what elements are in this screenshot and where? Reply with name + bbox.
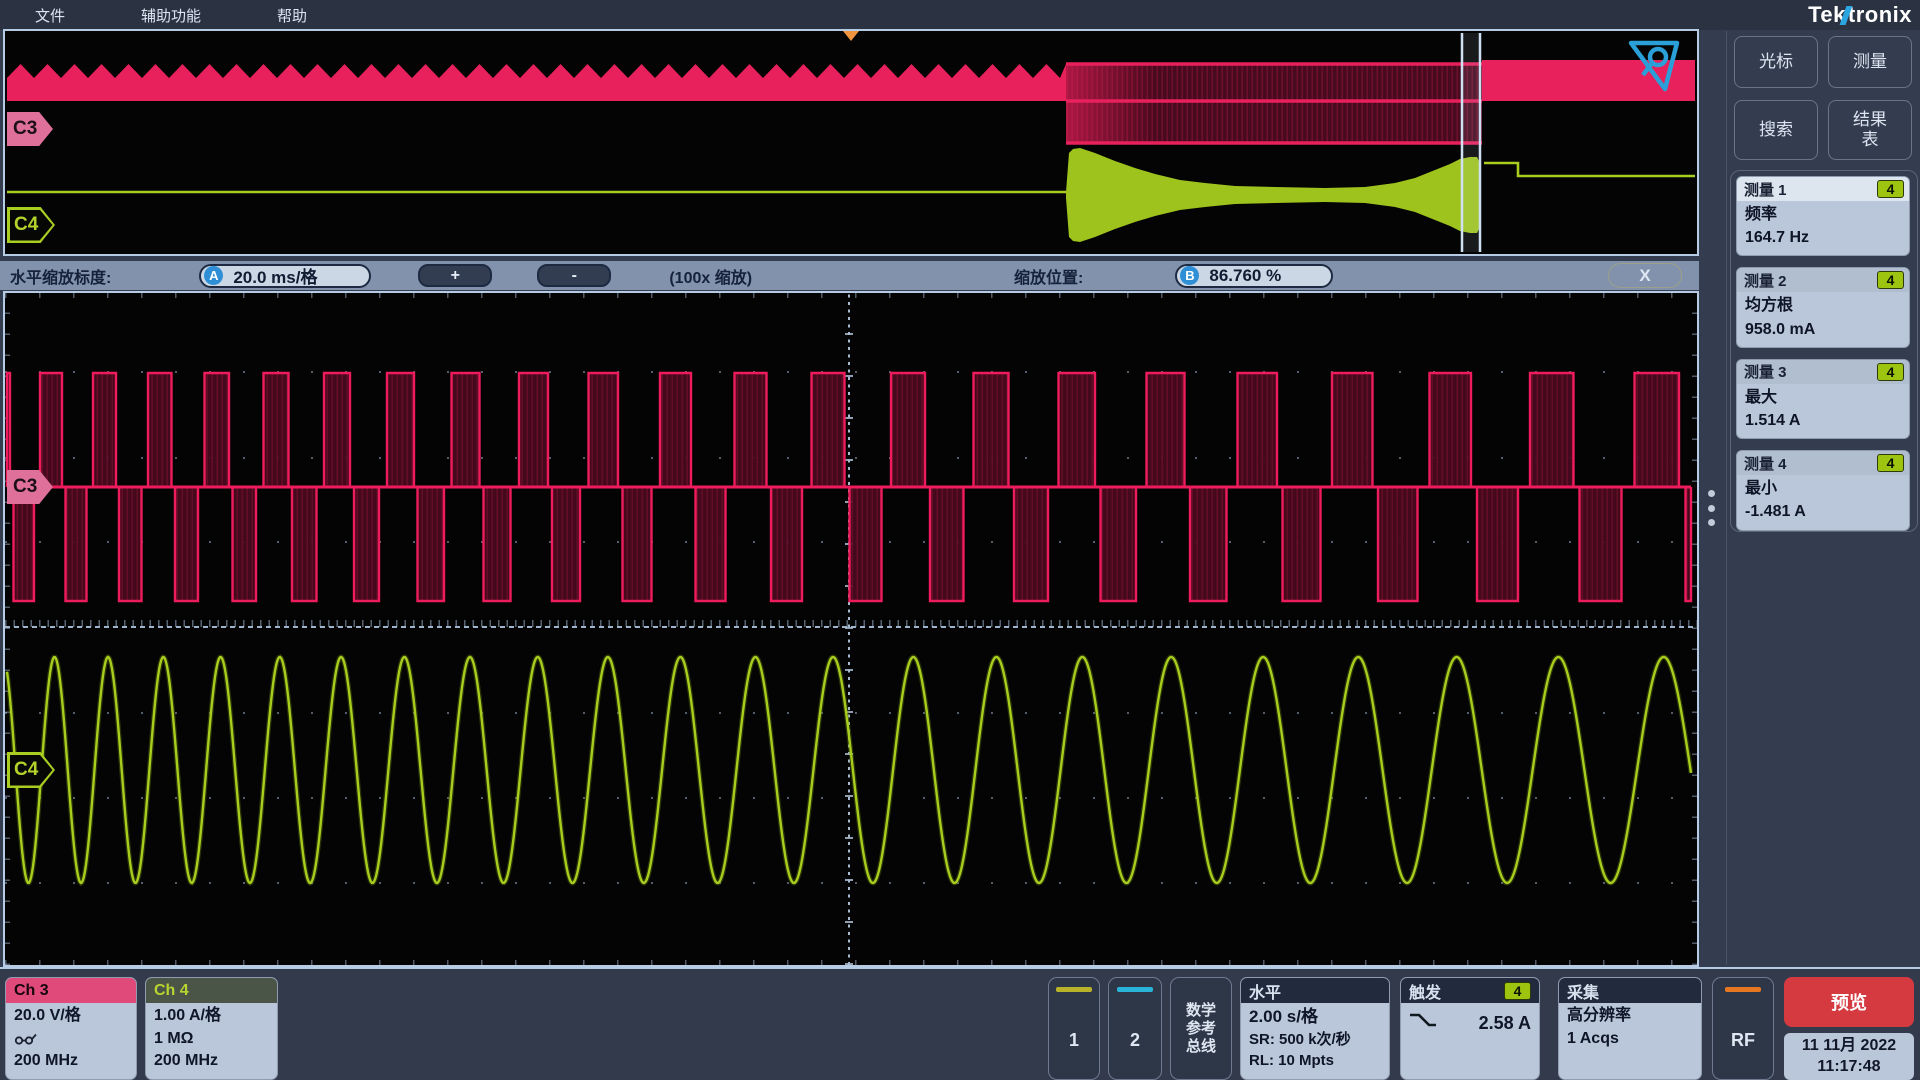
main-waveform-display: C3 C4 <box>3 291 1699 967</box>
zoom-position-value[interactable]: B 86.760 % <box>1175 264 1333 288</box>
zoom-scale-value[interactable]: A 20.0 ms/格 <box>199 264 371 288</box>
trigger-badge[interactable]: 触发 4 2.58 A <box>1400 977 1540 1080</box>
measurement-badge-1[interactable]: 测量 1 4 频率 164.7 Hz <box>1736 176 1910 256</box>
measurement-badge-3[interactable]: 测量 3 4 最大 1.514 A <box>1736 359 1910 439</box>
zoom-scale-label: 水平缩放标度: <box>10 264 111 288</box>
waveform1-color-bar <box>1056 987 1092 992</box>
measurement-name: 均方根 <box>1745 294 1901 317</box>
falling-edge-icon <box>1409 1011 1437 1037</box>
measurement-badge-2[interactable]: 测量 2 4 均方根 958.0 mA <box>1736 267 1910 347</box>
oscilloscope-screen: 文件 辅助功能 帮助 Tektronix C3 C4 水平缩放标度: A 20.… <box>0 0 1920 1080</box>
preview-button[interactable]: 预览 <box>1784 977 1914 1027</box>
measurement-title: 测量 2 <box>1744 270 1787 291</box>
knob-b-icon: B <box>1180 266 1199 285</box>
measurement-value: -1.481 A <box>1745 500 1901 523</box>
channel4-badge[interactable]: Ch 4 1.00 A/格 1 MΩ 200 MHz <box>145 977 278 1080</box>
main-channel4-label[interactable]: C4 <box>7 752 55 788</box>
zoom-toolbar: 水平缩放标度: A 20.0 ms/格 + - (100x 缩放) 缩放位置: … <box>0 261 1699 290</box>
measurement-title: 测量 3 <box>1744 361 1787 382</box>
rf-button[interactable]: RF <box>1712 977 1774 1080</box>
ch4-scale: 1.00 A/格 <box>154 1005 269 1028</box>
horizontal-badge[interactable]: 水平 2.00 s/格 SR: 500 k次/秒 RL: 10 Mpts <box>1240 977 1390 1080</box>
zoom-out-button[interactable]: - <box>537 264 611 287</box>
cursors-button[interactable]: 光标 <box>1734 36 1818 88</box>
tektronix-logo: Tektronix <box>1808 1 1912 29</box>
waveform1-button[interactable]: 1 <box>1048 977 1100 1080</box>
panel-divider <box>1726 31 1727 965</box>
overview-canvas <box>5 31 1697 254</box>
measurement-value: 164.7 Hz <box>1745 226 1901 249</box>
trigger-level: 2.58 A <box>1479 1011 1531 1037</box>
measure-button[interactable]: 测量 <box>1828 36 1912 88</box>
measurement-source-badge: 4 <box>1877 271 1904 289</box>
measurement-source-badge: 4 <box>1877 363 1904 381</box>
probe-icon <box>14 1028 128 1050</box>
menu-help[interactable]: 帮助 <box>277 5 307 26</box>
measurement-title: 测量 4 <box>1744 453 1787 474</box>
measurement-name: 频率 <box>1745 203 1901 226</box>
search-button[interactable]: 搜索 <box>1734 100 1818 160</box>
menu-file[interactable]: 文件 <box>35 5 65 26</box>
zoom-close-button[interactable]: X <box>1608 263 1682 288</box>
horizontal-scale: 2.00 s/格 <box>1249 1005 1381 1029</box>
math-ref-bus-button[interactable]: 数学 参考 总线 <box>1170 977 1232 1080</box>
measurement-badge-4[interactable]: 测量 4 4 最小 -1.481 A <box>1736 450 1910 530</box>
measurement-title: 测量 1 <box>1744 179 1787 200</box>
menu-bar: 文件 辅助功能 帮助 Tektronix <box>0 0 1920 30</box>
ch4-impedance: 1 MΩ <box>154 1028 269 1051</box>
zoom-in-button[interactable]: + <box>418 264 492 287</box>
knob-a-icon: A <box>204 266 223 285</box>
measurements-panel: 测量 1 4 频率 164.7 Hz 测量 2 4 均方根 958.0 mA 测… <box>1730 170 1918 532</box>
measurement-name: 最小 <box>1745 477 1901 500</box>
channel3-badge[interactable]: Ch 3 20.0 V/格 200 MHz <box>5 977 137 1080</box>
zoom-position-label: 缩放位置: <box>1014 264 1083 288</box>
waveform2-button[interactable]: 2 <box>1108 977 1162 1080</box>
ch3-bandwidth: 200 MHz <box>14 1050 128 1073</box>
menu-utility[interactable]: 辅助功能 <box>141 5 201 26</box>
acquisition-count: 1 Acqs <box>1567 1028 1693 1051</box>
time-text: 11:17:48 <box>1817 1057 1880 1078</box>
main-waveform-canvas <box>5 293 1693 965</box>
date-text: 11 11月 2022 <box>1802 1036 1896 1057</box>
waveform2-color-bar <box>1117 987 1153 992</box>
measurement-source-badge: 4 <box>1877 180 1904 198</box>
bottom-badge-bar: Ch 3 20.0 V/格 200 MHz Ch 4 1.00 A/格 1 MΩ… <box>0 967 1920 1080</box>
acquisition-mode: 高分辨率 <box>1567 1005 1693 1028</box>
measurement-value: 1.514 A <box>1745 409 1901 432</box>
measurement-value: 958.0 mA <box>1745 318 1901 341</box>
zoom-factor-label: (100x 缩放) <box>669 264 752 288</box>
horizontal-record-length: RL: 10 Mpts <box>1249 1050 1381 1071</box>
measurement-name: 最大 <box>1745 386 1901 409</box>
trigger-source-badge: 4 <box>1504 982 1531 1000</box>
waveform-overview: C3 C4 <box>3 29 1699 256</box>
ch3-scale: 20.0 V/格 <box>14 1005 128 1028</box>
rf-color-bar <box>1725 987 1761 992</box>
acquisition-badge[interactable]: 采集 高分辨率 1 Acqs <box>1558 977 1702 1080</box>
ch4-bandwidth: 200 MHz <box>154 1050 269 1073</box>
results-table-button[interactable]: 结果 表 <box>1828 100 1912 160</box>
trigger-position-icon <box>843 31 859 41</box>
datetime-badge[interactable]: 11 11月 2022 11:17:48 <box>1784 1033 1914 1080</box>
horizontal-sample-rate: SR: 500 k次/秒 <box>1249 1029 1381 1050</box>
overview-channel4-label[interactable]: C4 <box>7 207 55 243</box>
panel-drag-handle[interactable] <box>1704 490 1718 526</box>
measurement-source-badge: 4 <box>1877 454 1904 472</box>
